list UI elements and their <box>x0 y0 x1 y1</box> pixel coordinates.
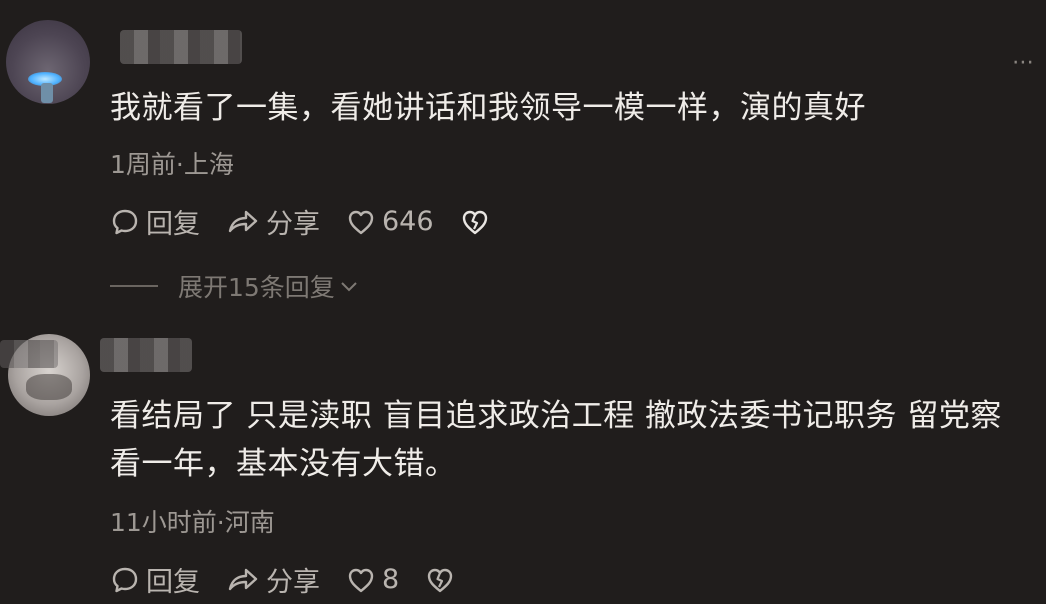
username-redacted-extra <box>0 340 58 368</box>
comment-meta: 11小时前·河南 <box>110 508 275 537</box>
divider <box>110 285 158 287</box>
username-redacted[interactable] <box>100 338 192 372</box>
more-options-icon[interactable]: ⋯ <box>1012 52 1036 74</box>
reply-button[interactable]: 回复 <box>110 560 200 599</box>
comment-actions: 回复 分享 8 <box>110 560 487 599</box>
comment-meta: 1周前·上海 <box>110 150 234 179</box>
like-count: 646 <box>382 206 434 237</box>
like-count: 8 <box>382 564 400 595</box>
share-arrow-icon <box>228 568 258 590</box>
reply-label: 回复 <box>146 209 200 240</box>
comment-bubble-icon <box>112 567 138 592</box>
expand-replies-button[interactable]: 展开15条回复 <box>110 268 359 304</box>
expand-replies-label: 展开15条回复 <box>178 273 335 302</box>
dislike-button[interactable] <box>460 207 496 237</box>
comment-bubble-icon <box>112 209 138 234</box>
share-button[interactable]: 分享 <box>226 202 320 241</box>
comment-text: 看结局了 只是渎职 盲目追求政治工程 撤政法委书记职务 留党察看一年，基本没有大… <box>110 398 1002 482</box>
share-button[interactable]: 分享 <box>226 560 320 599</box>
heart-outline-icon <box>348 568 374 592</box>
username-redacted[interactable] <box>120 30 242 64</box>
dislike-button[interactable] <box>425 565 461 595</box>
heart-outline-icon <box>348 210 374 234</box>
share-arrow-icon <box>228 210 258 232</box>
chevron-down-icon <box>341 282 357 292</box>
share-label: 分享 <box>266 209 320 240</box>
share-label: 分享 <box>266 567 320 598</box>
avatar[interactable] <box>6 20 90 104</box>
comment-text: 我就看了一集，看她讲话和我领导一模一样，演的真好 <box>110 90 866 126</box>
reply-button[interactable]: 回复 <box>110 202 200 241</box>
comment-actions: 回复 分享 646 <box>110 202 522 241</box>
broken-heart-icon <box>462 210 487 234</box>
broken-heart-icon <box>427 568 453 592</box>
like-button[interactable]: 646 <box>346 206 434 237</box>
like-button[interactable]: 8 <box>346 564 399 595</box>
reply-label: 回复 <box>146 567 200 598</box>
